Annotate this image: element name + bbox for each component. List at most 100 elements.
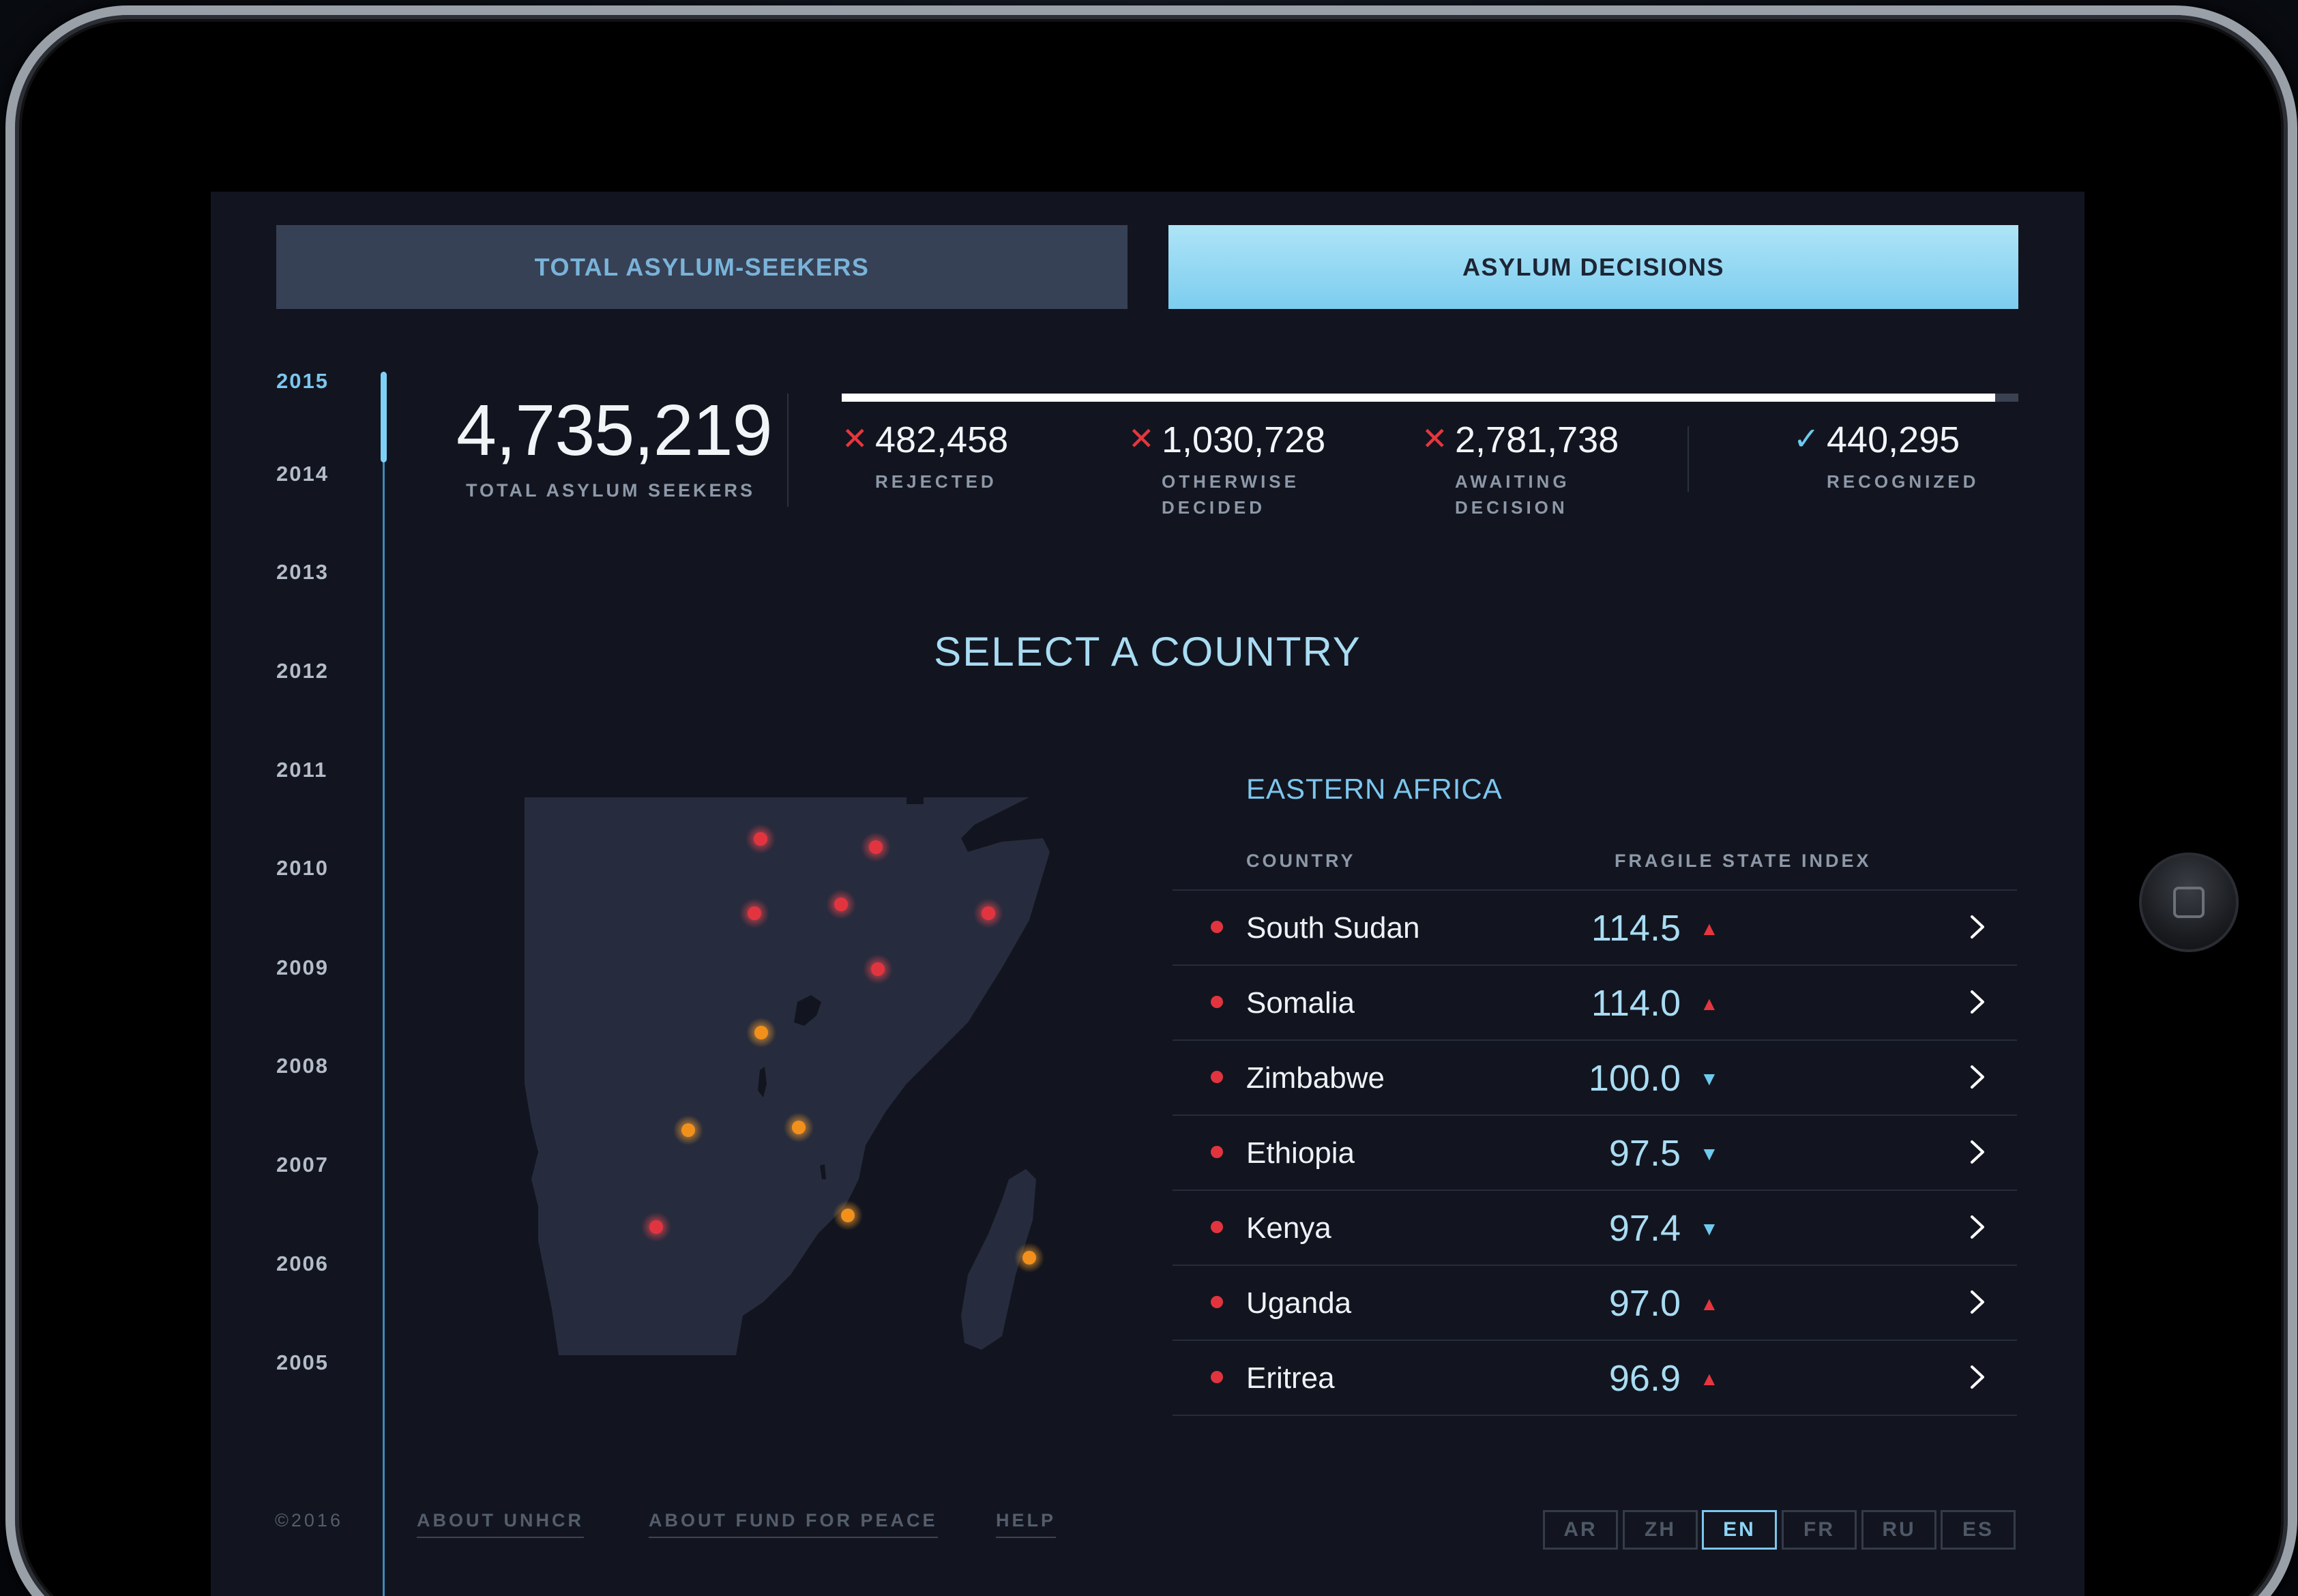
divider (787, 394, 789, 507)
fragile-state-index-value: 97.5 (1608, 1133, 1681, 1174)
column-header-country: COUNTRY (1246, 851, 1356, 871)
decisions-progress-bar (842, 394, 2018, 402)
stat-value: 482,458 (875, 419, 1009, 460)
table-row[interactable]: Kenya 97.4 ▼ (1173, 1191, 2017, 1266)
trend-down-icon: ▼ (1700, 1068, 1719, 1089)
language-ar-button[interactable]: AR (1543, 1510, 1618, 1550)
year-2009[interactable]: 2009 (276, 956, 329, 980)
trend-up-icon: ▲ (1700, 993, 1719, 1014)
map-marker[interactable] (649, 1220, 663, 1234)
screen: TOTAL ASYLUM-SEEKERS ASYLUM DECISIONS 20… (211, 192, 2085, 1596)
fragile-state-index-value: 96.9 (1608, 1358, 1681, 1399)
map-marker[interactable] (982, 906, 995, 920)
table-row[interactable]: South Sudan 114.5 ▲ (1173, 891, 2017, 966)
x-icon: ✕ (1421, 421, 1448, 456)
help-link[interactable]: HELP (996, 1510, 1057, 1538)
map-marker[interactable] (834, 898, 848, 911)
country-name: Somalia (1246, 986, 1355, 1020)
chevron-right-icon[interactable] (1962, 1360, 1992, 1394)
trend-down-icon: ▼ (1700, 1143, 1719, 1164)
map-marker[interactable] (748, 906, 761, 920)
language-es-button[interactable]: ES (1941, 1510, 2016, 1550)
stat-label: REJECTED (875, 471, 997, 492)
country-table: South Sudan 114.5 ▲ Somalia 114.0 ▲ Zimbabwe 10… (1173, 891, 2017, 1416)
status-dot (1211, 1296, 1223, 1308)
year-2014[interactable]: 2014 (276, 462, 329, 486)
map-marker[interactable] (754, 1026, 768, 1039)
year-2007[interactable]: 2007 (276, 1153, 329, 1177)
map-marker[interactable] (681, 1123, 695, 1137)
year-list: 2015 2014 2013 2012 2011 2010 2009 2008 2007 2006… (276, 369, 413, 1596)
region-title: EASTERN AFRICA (1246, 773, 1503, 805)
table-row[interactable]: Ethiopia 97.5 ▼ (1173, 1116, 2017, 1191)
year-2006[interactable]: 2006 (276, 1252, 329, 1276)
year-2013[interactable]: 2013 (276, 560, 329, 585)
table-row[interactable]: Uganda 97.0 ▲ (1173, 1266, 2017, 1341)
map-marker[interactable] (1022, 1251, 1036, 1265)
year-2005[interactable]: 2005 (276, 1350, 329, 1375)
year-2015[interactable]: 2015 (276, 369, 329, 394)
fragile-state-index-value: 97.4 (1608, 1208, 1681, 1249)
year-2011[interactable]: 2011 (276, 758, 327, 782)
home-button[interactable] (2139, 853, 2239, 952)
status-dot (1211, 1071, 1223, 1083)
divider (1688, 426, 1689, 492)
fragile-state-index-value: 114.5 (1591, 908, 1681, 949)
x-icon: ✕ (842, 421, 868, 456)
stat-value: 440,295 (1827, 419, 1960, 460)
country-name: Uganda (1246, 1286, 1352, 1320)
fragile-state-index-value: 100.0 (1588, 1058, 1681, 1099)
map-marker[interactable] (754, 832, 767, 846)
table-row[interactable]: Zimbabwe 100.0 ▼ (1173, 1041, 2017, 1116)
check-icon: ✓ (1793, 421, 1820, 456)
chevron-right-icon[interactable] (1962, 1135, 1992, 1169)
map-marker[interactable] (869, 840, 883, 854)
copyright: ©2016 (275, 1510, 343, 1531)
language-zh-button[interactable]: ZH (1623, 1510, 1698, 1550)
trend-up-icon: ▲ (1700, 918, 1719, 939)
chevron-right-icon[interactable] (1962, 1285, 1992, 1319)
stat-label: OTHERWISE DECIDED (1162, 471, 1299, 518)
select-country-heading: SELECT A COUNTRY (934, 629, 1361, 675)
total-asylum-seekers-label: TOTAL ASYLUM SEEKERS (466, 480, 756, 501)
about-unhcr-link[interactable]: ABOUT UNHCR (417, 1510, 584, 1538)
year-2010[interactable]: 2010 (276, 856, 329, 881)
tab-asylum-decisions[interactable]: ASYLUM DECISIONS (1168, 225, 2018, 309)
status-dot (1211, 996, 1223, 1008)
stat-value: 1,030,728 (1162, 419, 1326, 460)
trend-up-icon: ▲ (1700, 1293, 1719, 1314)
x-icon: ✕ (1128, 421, 1155, 456)
status-dot (1211, 1146, 1223, 1158)
stat-value: 2,781,738 (1455, 419, 1619, 460)
country-name: Eritrea (1246, 1361, 1335, 1395)
country-name: South Sudan (1246, 911, 1420, 945)
chevron-right-icon[interactable] (1962, 1210, 1992, 1244)
chevron-right-icon[interactable] (1962, 985, 1992, 1019)
table-row[interactable]: Somalia 114.0 ▲ (1173, 966, 2017, 1041)
about-fund-for-peace-link[interactable]: ABOUT FUND FOR PEACE (649, 1510, 938, 1538)
total-asylum-seekers-value: 4,735,219 (456, 390, 773, 471)
region-map (525, 797, 1050, 1355)
year-2008[interactable]: 2008 (276, 1054, 329, 1078)
stat-label: RECOGNIZED (1827, 471, 1979, 492)
app-stage: TOTAL ASYLUM-SEEKERS ASYLUM DECISIONS 20… (0, 0, 2298, 1596)
chevron-right-icon[interactable] (1962, 910, 1992, 944)
country-name: Kenya (1246, 1211, 1331, 1245)
stat-label: AWAITING DECISION (1455, 471, 1570, 518)
tab-total-asylum-seekers[interactable]: TOTAL ASYLUM-SEEKERS (276, 225, 1128, 309)
home-square-icon (2173, 887, 2205, 918)
table-row[interactable]: Eritrea 96.9 ▲ (1173, 1341, 2017, 1416)
map-marker[interactable] (841, 1209, 855, 1222)
language-en-button[interactable]: EN (1702, 1510, 1777, 1550)
map-marker[interactable] (871, 962, 885, 976)
status-dot (1211, 1371, 1223, 1383)
language-fr-button[interactable]: FR (1782, 1510, 1857, 1550)
fragile-state-index-value: 114.0 (1591, 983, 1681, 1024)
map-marker[interactable] (792, 1121, 806, 1134)
decisions-progress-fill (842, 394, 1995, 402)
country-name: Zimbabwe (1246, 1061, 1385, 1095)
language-ru-button[interactable]: RU (1861, 1510, 1936, 1550)
chevron-right-icon[interactable] (1962, 1060, 1992, 1094)
status-dot (1211, 921, 1223, 933)
trend-down-icon: ▼ (1700, 1218, 1719, 1239)
